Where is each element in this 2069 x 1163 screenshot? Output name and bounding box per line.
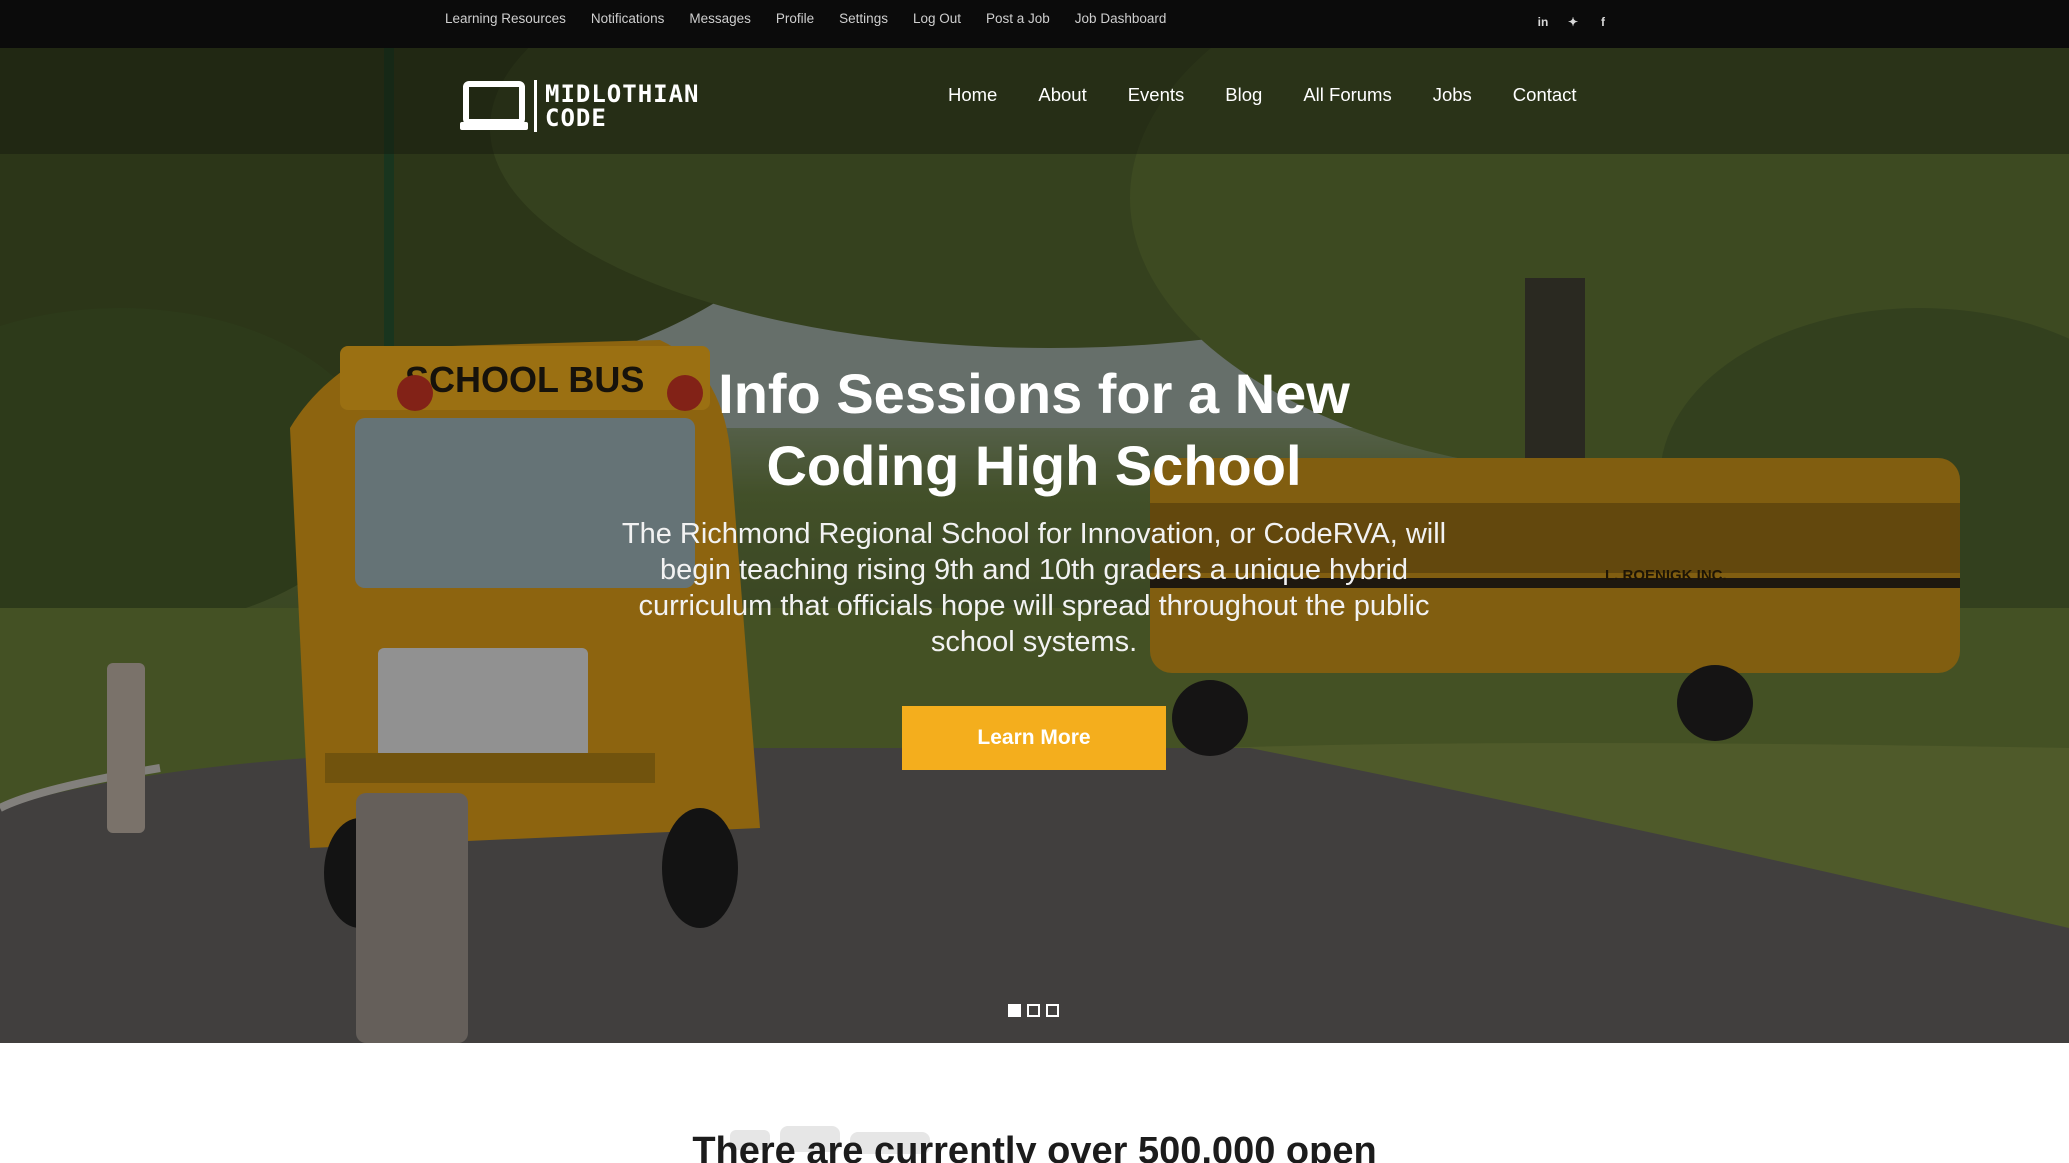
nav-all-forums[interactable]: All Forums <box>1303 82 1391 108</box>
section-heading: There are currently over 500,000 open <box>692 1130 1377 1163</box>
facebook-icon[interactable]: f <box>1588 14 1618 30</box>
logo-line-2: CODE <box>545 104 607 132</box>
link-post-a-job[interactable]: Post a Job <box>986 10 1050 28</box>
hero-title-line-2: Coding High School <box>766 434 1302 497</box>
link-settings[interactable]: Settings <box>839 10 888 28</box>
link-messages[interactable]: Messages <box>689 10 751 28</box>
logo-divider <box>534 80 537 132</box>
primary-menu: Home About Events Blog All Forums Jobs C… <box>948 82 1618 108</box>
nav-events[interactable]: Events <box>1128 82 1185 108</box>
main-nav: MIDLOTHIAN CODE Home About Events Blog A… <box>0 48 2069 154</box>
linkedin-icon[interactable]: in <box>1528 14 1558 30</box>
slide-dot-2[interactable] <box>1027 1004 1040 1017</box>
twitter-icon[interactable]: ✦ <box>1558 14 1588 30</box>
nav-home[interactable]: Home <box>948 82 997 108</box>
site-logo[interactable]: MIDLOTHIAN CODE <box>460 80 700 132</box>
slide-dot-3[interactable] <box>1046 1004 1059 1017</box>
logo-wordmark: MIDLOTHIAN CODE <box>545 82 700 130</box>
top-utility-bar: Learning Resources Notifications Message… <box>0 0 2069 48</box>
hero-title-line-1: Info Sessions for a New <box>718 362 1350 425</box>
link-profile[interactable]: Profile <box>776 10 814 28</box>
hero-slider: SCHOOL BUS L. ROENIGK INC. MIDLOTHIAN CO… <box>0 48 2069 1043</box>
hero-subtitle: The Richmond Regional School for Innovat… <box>621 518 1447 658</box>
link-log-out[interactable]: Log Out <box>913 10 961 28</box>
link-notifications[interactable]: Notifications <box>591 10 665 28</box>
nav-contact[interactable]: Contact <box>1513 82 1577 108</box>
social-links: in ✦ f <box>1528 14 1618 30</box>
nav-blog[interactable]: Blog <box>1225 82 1262 108</box>
link-job-dashboard[interactable]: Job Dashboard <box>1075 10 1167 28</box>
link-learning-resources[interactable]: Learning Resources <box>445 10 566 28</box>
hero-content: Info Sessions for a New Coding High Scho… <box>584 358 1484 770</box>
laptop-icon <box>460 80 528 132</box>
hero-title: Info Sessions for a New Coding High Scho… <box>584 358 1484 502</box>
slide-dot-1[interactable] <box>1008 1004 1021 1017</box>
nav-about[interactable]: About <box>1038 82 1086 108</box>
learn-more-button[interactable]: Learn More <box>902 706 1166 770</box>
utility-links: Learning Resources Notifications Message… <box>445 10 1191 28</box>
slider-pagination <box>1008 1004 1065 1017</box>
nav-jobs[interactable]: Jobs <box>1433 82 1472 108</box>
logo-line-1: MIDLOTHIAN <box>545 80 700 108</box>
